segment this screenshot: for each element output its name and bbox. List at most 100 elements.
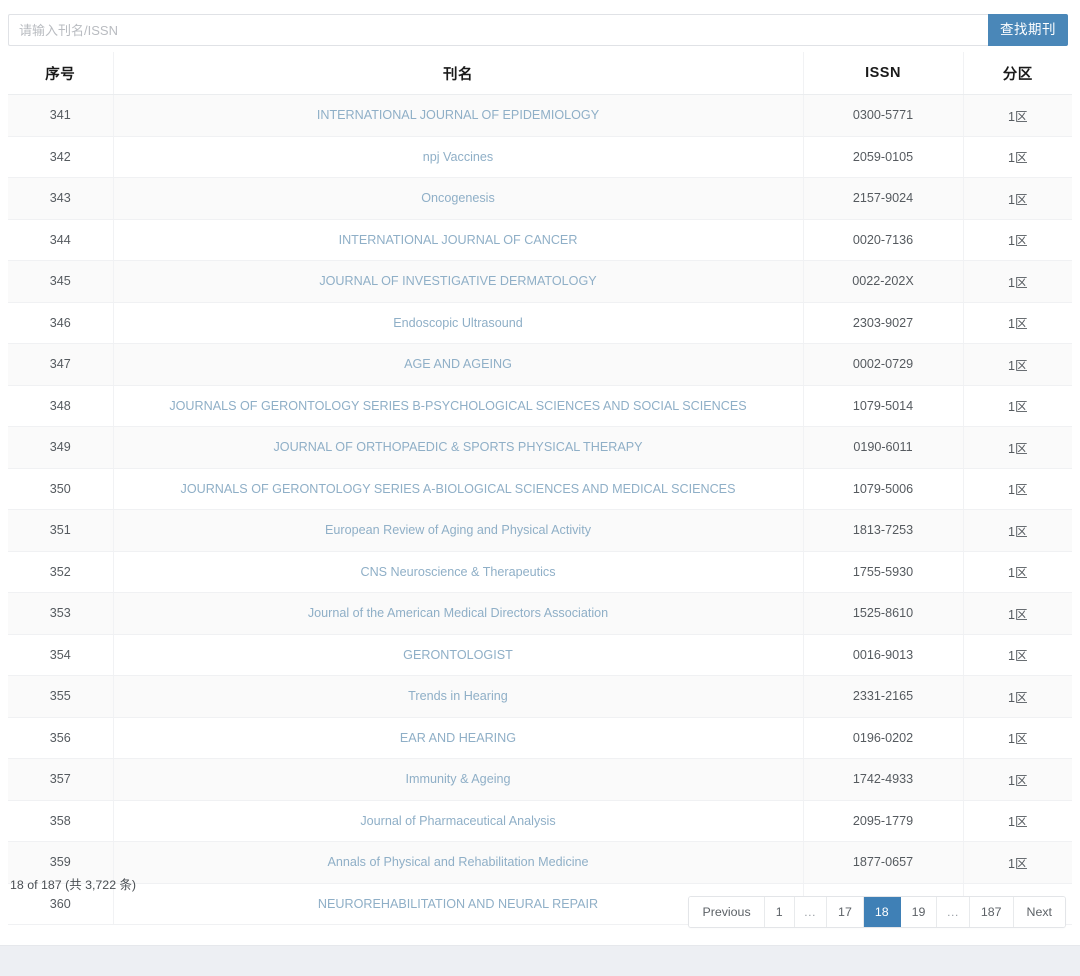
journal-name-link[interactable]: European Review of Aging and Physical Ac…: [325, 523, 591, 537]
result-count-label: 18 of 187 (共 3,722 条): [10, 878, 137, 892]
cell-seq: 354: [8, 634, 114, 676]
column-header-zone: 分区: [963, 52, 1072, 95]
cell-seq: 350: [8, 468, 114, 510]
journal-name-link[interactable]: JOURNAL OF INVESTIGATIVE DERMATOLOGY: [319, 274, 596, 288]
cell-issn: 2331-2165: [803, 675, 964, 718]
cell-journal-name: EAR AND HEARING: [113, 717, 804, 759]
column-header-seq: 序号: [8, 52, 114, 95]
table-body: 341 INTERNATIONAL JOURNAL OF EPIDEMIOLOGY…: [8, 94, 1072, 925]
cell-issn: 1079-5006: [803, 468, 964, 510]
table-row: 354 GERONTOLOGIST 0016-9013 1区: [8, 634, 1072, 676]
cell-seq: 357: [8, 758, 114, 801]
table-row: 341 INTERNATIONAL JOURNAL OF EPIDEMIOLOGY…: [8, 94, 1072, 137]
cell-issn: 2059-0105: [803, 136, 964, 178]
journal-name-link[interactable]: INTERNATIONAL JOURNAL OF EPIDEMIOLOGY: [317, 108, 599, 122]
cell-journal-name: npj Vaccines: [113, 136, 804, 178]
journal-name-link[interactable]: JOURNALS OF GERONTOLOGY SERIES A-BIOLOGI…: [181, 482, 736, 496]
cell-issn: 0022-202X: [803, 260, 964, 303]
column-header-name: 刊名: [113, 52, 804, 95]
cell-journal-name: European Review of Aging and Physical Ac…: [113, 509, 804, 552]
cell-issn: 1877-0657: [803, 841, 964, 884]
cell-seq: 351: [8, 509, 114, 552]
journal-name-link[interactable]: INTERNATIONAL JOURNAL OF CANCER: [339, 233, 578, 247]
cell-zone: 1区: [963, 94, 1072, 137]
cell-zone: 1区: [963, 592, 1072, 635]
cell-zone: 1区: [963, 551, 1072, 593]
pagination-page-187[interactable]: 187: [969, 897, 1014, 927]
journal-name-link[interactable]: npj Vaccines: [423, 150, 493, 164]
journal-name-link[interactable]: JOURNALS OF GERONTOLOGY SERIES B-PSYCHOL…: [169, 399, 746, 413]
journal-name-link[interactable]: Annals of Physical and Rehabilitation Me…: [327, 855, 588, 869]
pagination-page-17[interactable]: 17: [827, 897, 864, 927]
table-row: 358 Journal of Pharmaceutical Analysis 209…: [8, 800, 1072, 842]
cell-issn: 0016-9013: [803, 634, 964, 676]
table-row: 356 EAR AND HEARING 0196-0202 1区: [8, 717, 1072, 759]
cell-seq: 353: [8, 592, 114, 635]
journal-name-link[interactable]: GERONTOLOGIST: [403, 648, 513, 662]
journal-name-link[interactable]: Journal of the American Medical Director…: [308, 606, 608, 620]
cell-issn: 0002-0729: [803, 343, 964, 386]
pagination-page-19[interactable]: 19: [900, 897, 938, 927]
journal-name-link[interactable]: NEUROREHABILITATION AND NEURAL REPAIR: [318, 897, 598, 911]
cell-issn: 0196-0202: [803, 717, 964, 759]
cell-zone: 1区: [963, 343, 1072, 386]
cell-journal-name: JOURNAL OF INVESTIGATIVE DERMATOLOGY: [113, 260, 804, 303]
cell-journal-name: GERONTOLOGIST: [113, 634, 804, 676]
cell-zone: 1区: [963, 260, 1072, 303]
search-bar: 查找期刊: [8, 14, 1068, 46]
journal-name-link[interactable]: Trends in Hearing: [408, 689, 508, 703]
cell-journal-name: INTERNATIONAL JOURNAL OF EPIDEMIOLOGY: [113, 94, 804, 137]
cell-zone: 1区: [963, 800, 1072, 842]
cell-journal-name: Annals of Physical and Rehabilitation Me…: [113, 841, 804, 884]
pagination-page-18[interactable]: 18: [863, 897, 901, 927]
cell-zone: 1区: [963, 634, 1072, 676]
table-row: 342 npj Vaccines 2059-0105 1区: [8, 136, 1072, 178]
column-header-issn: ISSN: [803, 52, 964, 95]
journal-name-link[interactable]: Journal of Pharmaceutical Analysis: [360, 814, 555, 828]
table-row: 357 Immunity & Ageing 1742-4933 1区: [8, 758, 1072, 801]
search-input[interactable]: [8, 14, 988, 46]
search-journal-button[interactable]: 查找期刊: [988, 14, 1068, 46]
journal-name-link[interactable]: CNS Neuroscience & Therapeutics: [360, 565, 555, 579]
journal-name-link[interactable]: Oncogenesis: [421, 191, 495, 205]
cell-journal-name: Journal of the American Medical Director…: [113, 592, 804, 635]
cell-journal-name: Oncogenesis: [113, 177, 804, 220]
cell-journal-name: Endoscopic Ultrasound: [113, 302, 804, 344]
table-row: 352 CNS Neuroscience & Therapeutics 1755-5…: [8, 551, 1072, 593]
cell-journal-name: INTERNATIONAL JOURNAL OF CANCER: [113, 219, 804, 261]
cell-seq: 356: [8, 717, 114, 759]
cell-journal-name: Immunity & Ageing: [113, 758, 804, 801]
cell-issn: 0300-5771: [803, 94, 964, 137]
cell-seq: 341: [8, 94, 114, 137]
pagination-page-1[interactable]: 1: [764, 897, 795, 927]
table-row: 346 Endoscopic Ultrasound 2303-9027 1区: [8, 302, 1072, 344]
cell-journal-name: AGE AND AGEING: [113, 343, 804, 386]
pagination-next-button[interactable]: Next: [1013, 897, 1065, 927]
table-row: 343 Oncogenesis 2157-9024 1区: [8, 177, 1072, 220]
table-row: 355 Trends in Hearing 2331-2165 1区: [8, 675, 1072, 718]
cell-seq: 355: [8, 675, 114, 718]
pagination-ellipsis: …: [794, 897, 828, 927]
table-row: 347 AGE AND AGEING 0002-0729 1区: [8, 343, 1072, 386]
cell-seq: 347: [8, 343, 114, 386]
journal-name-link[interactable]: Endoscopic Ultrasound: [393, 316, 523, 330]
journal-table-container: 序号 刊名 ISSN 分区 341 INTERNATIONAL JOURNAL O…: [8, 52, 1072, 925]
table-row: 351 European Review of Aging and Physical…: [8, 509, 1072, 552]
cell-issn: 1755-5930: [803, 551, 964, 593]
cell-journal-name: Journal of Pharmaceutical Analysis: [113, 800, 804, 842]
pagination-previous-button[interactable]: Previous: [689, 897, 765, 927]
journal-name-link[interactable]: Immunity & Ageing: [406, 772, 511, 786]
cell-zone: 1区: [963, 675, 1072, 718]
cell-seq: 348: [8, 385, 114, 427]
cell-seq: 352: [8, 551, 114, 593]
journal-name-link[interactable]: EAR AND HEARING: [400, 731, 516, 745]
cell-seq: 342: [8, 136, 114, 178]
journal-name-link[interactable]: AGE AND AGEING: [404, 357, 512, 371]
cell-seq: 344: [8, 219, 114, 261]
journal-name-link[interactable]: JOURNAL OF ORTHOPAEDIC & SPORTS PHYSICAL…: [273, 440, 642, 454]
cell-journal-name: JOURNALS OF GERONTOLOGY SERIES B-PSYCHOL…: [113, 385, 804, 427]
cell-zone: 1区: [963, 219, 1072, 261]
cell-issn: 0020-7136: [803, 219, 964, 261]
cell-issn: 1079-5014: [803, 385, 964, 427]
table-row: 359 Annals of Physical and Rehabilitation…: [8, 841, 1072, 884]
